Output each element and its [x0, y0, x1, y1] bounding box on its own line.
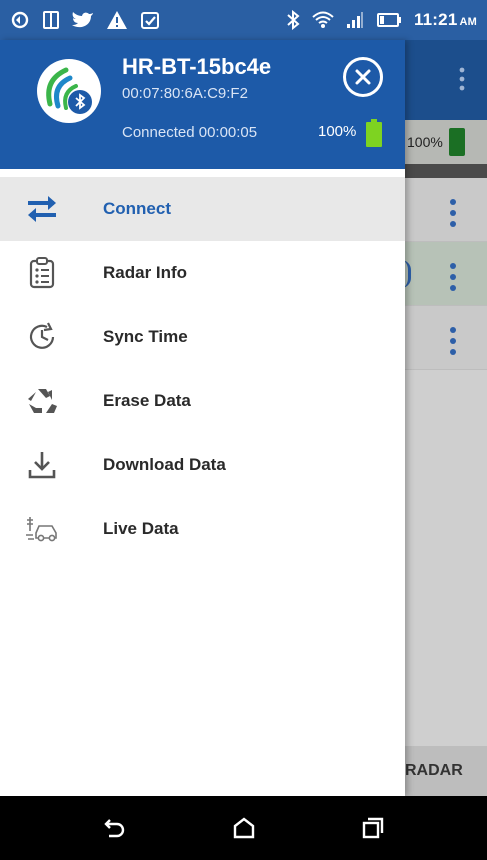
menu-item-radar-info[interactable]: Radar Info [0, 241, 405, 305]
menu-item-label: Radar Info [103, 263, 188, 282]
vertical-dots-icon [449, 262, 457, 297]
background-list-row [405, 178, 487, 242]
navigation-bar [0, 796, 487, 860]
recents-icon [362, 817, 383, 839]
home-icon [233, 817, 254, 839]
menu-item-label: Erase Data [103, 391, 191, 410]
battery-icon [376, 12, 402, 28]
signal-icon [346, 11, 364, 29]
recents-button[interactable] [353, 808, 393, 848]
menu-item-label: Live Data [103, 519, 179, 538]
status-bar: 11:21 AM [0, 0, 487, 40]
swap-arrows-icon [22, 191, 62, 227]
battery-percent: 100% [318, 123, 357, 140]
device-battery-icon [366, 119, 382, 152]
close-drawer-button[interactable] [343, 57, 383, 97]
menu-item-label: Connect [103, 199, 171, 218]
background-status-row: 100% [405, 120, 487, 164]
back-icon [103, 819, 124, 838]
menu-item-live-data[interactable]: Live Data [0, 497, 405, 561]
car-radar-icon [22, 511, 62, 547]
close-icon [355, 69, 371, 85]
menu-item-label: Download Data [103, 455, 226, 474]
menu-item-sync-time[interactable]: Sync Time [0, 305, 405, 369]
download-icon [22, 447, 62, 483]
navigation-drawer: HR-BT-15bc4e 00:07:80:6A:C9:F2 Connected… [0, 40, 405, 796]
warning-icon [106, 10, 128, 30]
background-app-bar [405, 40, 487, 120]
vertical-dots-icon [449, 198, 457, 233]
back-button[interactable] [95, 808, 135, 848]
sync-icon [10, 10, 30, 30]
recycle-icon [22, 383, 62, 419]
device-name: HR-BT-15bc4e [122, 54, 272, 79]
clock-sync-icon [22, 319, 62, 355]
menu-item-connect[interactable]: Connect [0, 177, 405, 241]
background-app: 100% RADAR [405, 40, 487, 796]
overflow-menu-icon [459, 66, 465, 97]
background-battery-icon [448, 128, 465, 156]
background-list-row [405, 306, 487, 370]
menu-item-label: Sync Time [103, 327, 188, 346]
drawer-header: HR-BT-15bc4e 00:07:80:6A:C9:F2 Connected… [0, 40, 405, 169]
tablet-icon [42, 10, 60, 30]
status-time: 11:21 AM [413, 10, 477, 29]
menu-item-erase-data[interactable]: Erase Data [0, 369, 405, 433]
vertical-dots-icon [449, 326, 457, 361]
clipboard-list-icon [22, 255, 62, 291]
background-footer: RADAR [405, 746, 487, 796]
menu-item-download-data[interactable]: Download Data [0, 433, 405, 497]
home-button[interactable] [224, 808, 264, 848]
device-logo-icon [36, 58, 102, 124]
background-list-row [405, 242, 487, 306]
bluetooth-icon [286, 10, 300, 30]
twitter-icon [72, 11, 94, 29]
drawer-menu: Connect Radar Info Sync Time Erase Data … [0, 177, 405, 561]
wifi-icon [312, 10, 334, 30]
device-mac-address: 00:07:80:6A:C9:F2 [122, 85, 248, 102]
connection-status: Connected 00:00:05 [122, 124, 258, 141]
clipboard-check-icon [140, 10, 160, 30]
